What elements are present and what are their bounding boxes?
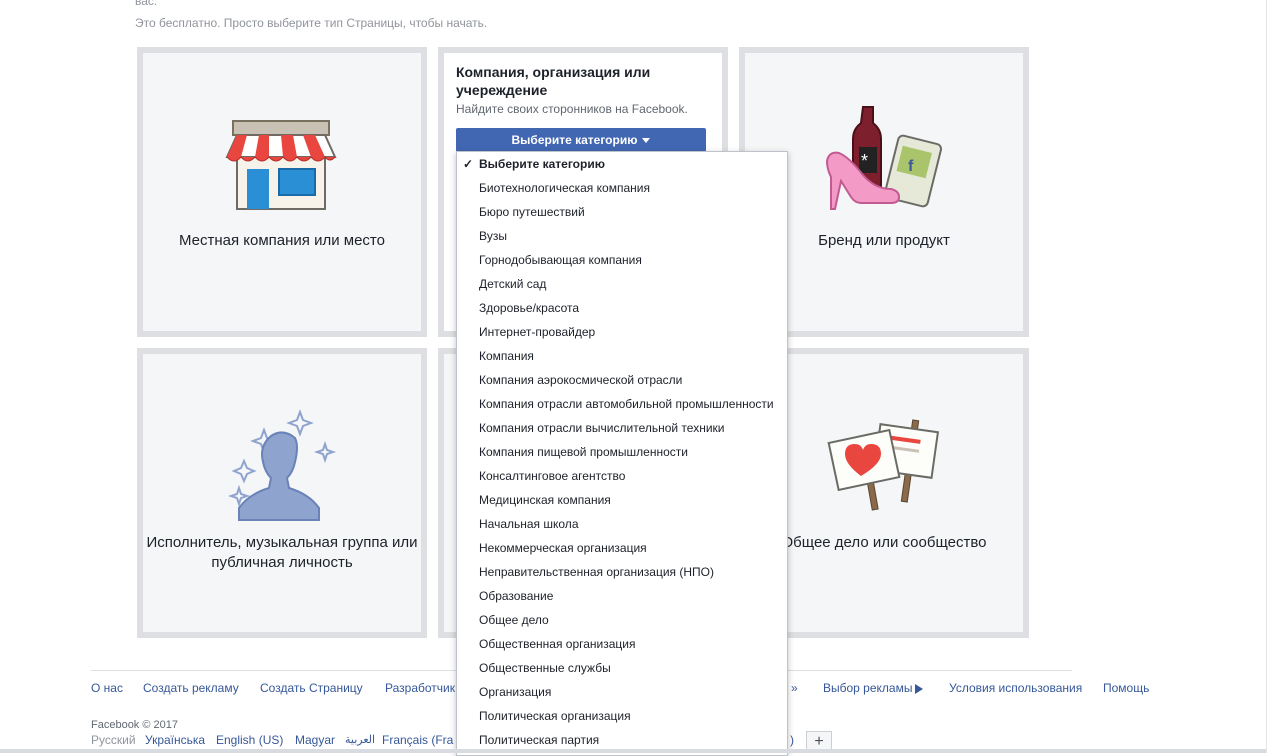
public-figure-icon — [227, 409, 337, 521]
dropdown-item[interactable]: Неправительственная организация (НПО) — [457, 560, 787, 584]
dropdown-item[interactable]: Организация — [457, 680, 787, 704]
dropdown-item[interactable]: Компания пищевой промышленности — [457, 440, 787, 464]
footer-link-about[interactable]: О нас — [91, 681, 123, 695]
dropdown-item-selected[interactable]: ✓ Выберите категорию — [457, 152, 787, 176]
storefront-icon — [225, 120, 337, 210]
more-languages-button[interactable]: + — [806, 731, 832, 751]
dropdown-item[interactable]: Бюро путешествий — [457, 200, 787, 224]
footer-link-developers[interactable]: Разработчик — [385, 681, 455, 695]
category-dropdown[interactable]: ✓ Выберите категорию Биотехнологическая … — [456, 151, 788, 756]
dropdown-item-label: Выберите категорию — [479, 157, 605, 171]
taskbar-edge — [0, 749, 1276, 753]
copyright: Facebook © 2017 — [91, 719, 178, 731]
tile-label-line1: Исполнитель, музыкальная группа или — [146, 534, 418, 551]
intro-text: Это бесплатно. Просто выберите тип Стран… — [135, 16, 488, 30]
checkmark-icon: ✓ — [463, 157, 474, 171]
tile-label-line2: публичная личность — [211, 554, 353, 571]
svg-text:*: * — [861, 151, 868, 171]
category-button-label: Выберите категорию — [511, 133, 638, 147]
company-subtitle: Найдите своих сторонников на Facebook. — [456, 102, 688, 116]
dropdown-item[interactable]: Биотехнологическая компания — [457, 176, 787, 200]
dropdown-item[interactable]: Политическая организация — [457, 704, 787, 728]
dropdown-item[interactable]: Горнодобывающая компания — [457, 248, 787, 272]
dropdown-item[interactable]: Компания отрасли автомобильной промышлен… — [457, 392, 787, 416]
footer-link-partial[interactable]: » — [791, 681, 798, 695]
language-current: Русский — [91, 733, 136, 747]
footer-link-terms[interactable]: Условия использования — [949, 681, 1082, 695]
footer-link-create-ad[interactable]: Создать рекламу — [143, 681, 239, 695]
caret-down-icon — [642, 138, 651, 144]
footer-link-adchoices[interactable]: Выбор рекламы — [823, 681, 912, 695]
language-link[interactable]: العربية — [345, 733, 375, 746]
dropdown-item[interactable]: Медицинская компания — [457, 488, 787, 512]
tile-local-business[interactable]: Местная компания или место — [137, 47, 427, 337]
adchoices-icon — [915, 683, 924, 694]
footer-link-help[interactable]: Помощь — [1103, 681, 1149, 695]
tile-label: Местная компания или место — [179, 232, 385, 249]
dropdown-item[interactable]: Вузы — [457, 224, 787, 248]
category-select-button[interactable]: Выберите категорию — [456, 128, 706, 152]
dropdown-item[interactable]: Образование — [457, 584, 787, 608]
dropdown-item[interactable]: Консалтинговое агентство — [457, 464, 787, 488]
company-title: Компания, организация или учереждение — [456, 64, 651, 98]
dropdown-item[interactable]: Компания отрасли вычислительной техники — [457, 416, 787, 440]
language-link[interactable]: English (US) — [216, 733, 283, 747]
footer-link-create-page[interactable]: Создать Страницу — [260, 681, 363, 695]
dropdown-item[interactable]: Компания — [457, 344, 787, 368]
dropdown-item[interactable]: Детский сад — [457, 272, 787, 296]
dropdown-item[interactable]: Общественная организация — [457, 632, 787, 656]
footer-link-adchoices-wrap[interactable]: Выбор рекламы — [823, 681, 924, 695]
language-link[interactable]: Magyar — [295, 733, 335, 747]
dropdown-item[interactable]: Интернет-провайдер — [457, 320, 787, 344]
dropdown-item[interactable]: Компания аэрокосмической отрасли — [457, 368, 787, 392]
protest-signs-icon — [827, 419, 940, 511]
svg-text:f: f — [908, 158, 914, 175]
language-link[interactable]: Français (Fra — [382, 733, 453, 747]
brand-products-icon: f * — [825, 106, 943, 210]
dropdown-item[interactable]: Общественные службы — [457, 656, 787, 680]
dropdown-item[interactable]: Начальная школа — [457, 512, 787, 536]
dropdown-list: Биотехнологическая компания Бюро путешест… — [457, 176, 787, 752]
dropdown-item[interactable]: Некоммерческая организация — [457, 536, 787, 560]
dropdown-item[interactable]: Общее дело — [457, 608, 787, 632]
tile-artist[interactable]: Исполнитель, музыкальная группа или публ… — [137, 348, 427, 638]
header-cut-text: вас. — [135, 0, 158, 8]
language-link[interactable]: Українська — [145, 733, 205, 747]
dropdown-item[interactable]: Здоровье/красота — [457, 296, 787, 320]
language-link-partial[interactable]: ) — [790, 733, 794, 747]
window-scrollbar[interactable] — [1266, 0, 1276, 753]
